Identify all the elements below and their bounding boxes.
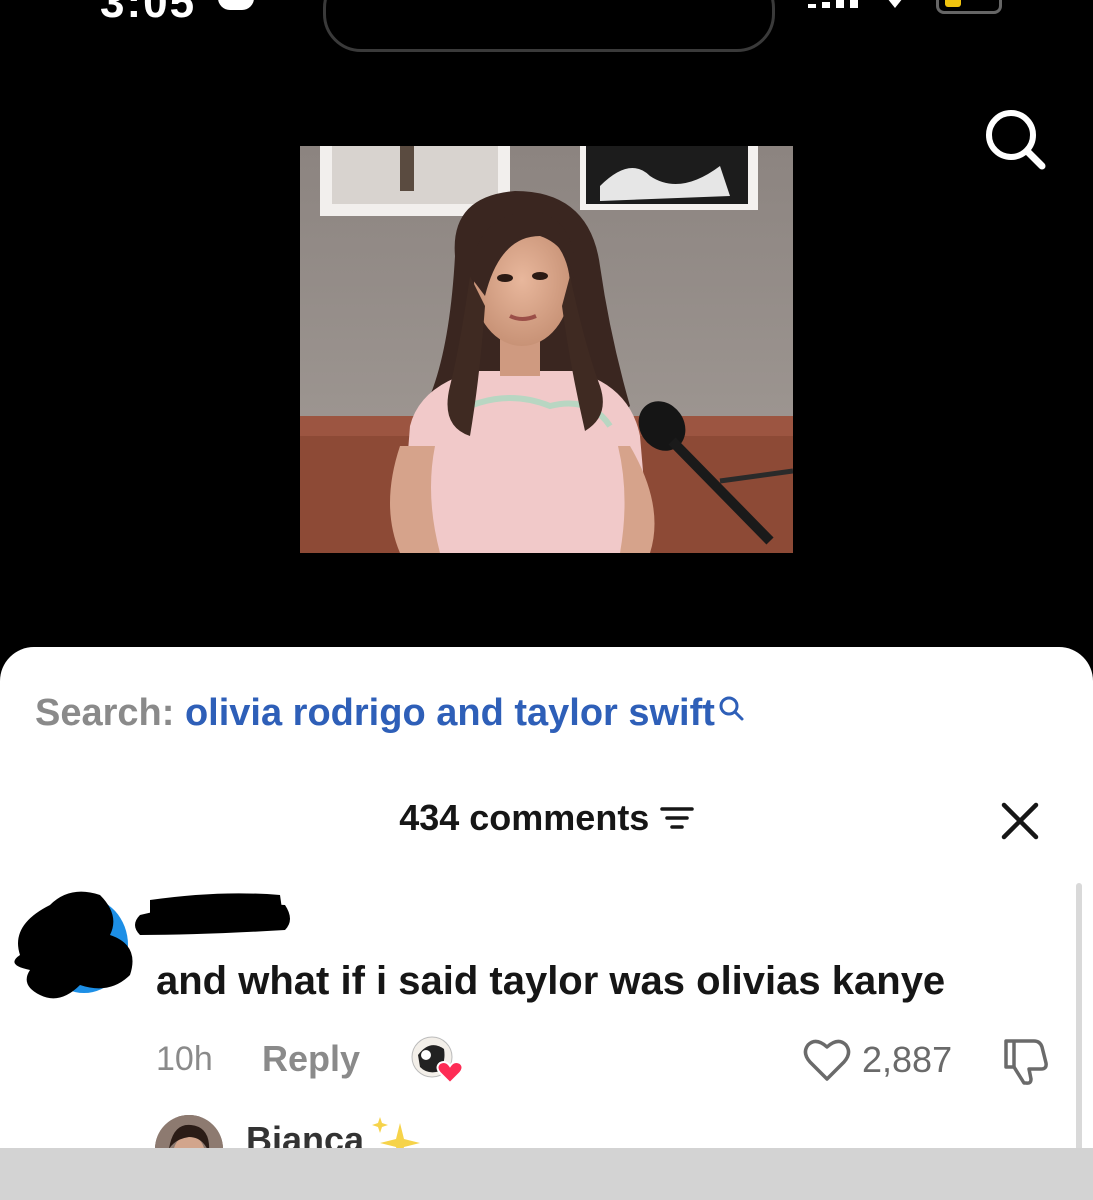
status-time: 3:05 xyxy=(100,0,197,27)
like-count: 2,887 xyxy=(862,1039,953,1080)
close-icon[interactable] xyxy=(1000,801,1040,841)
comments-header: 434 comments xyxy=(0,797,1093,839)
filter-sort-icon[interactable] xyxy=(660,804,694,832)
cellular-signal-icon xyxy=(808,0,860,8)
video-thumbnail[interactable] xyxy=(300,146,793,553)
location-indicator-icon xyxy=(218,0,254,10)
home-indicator-area xyxy=(0,1148,1093,1200)
comments-sheet: Search: olivia rodrigo and taylor swift … xyxy=(0,647,1093,1200)
comment-timestamp: 10h xyxy=(156,1040,213,1078)
wifi-icon xyxy=(888,0,902,8)
comments-count: 434 comments xyxy=(399,797,650,838)
thumbs-down-icon[interactable] xyxy=(1000,1035,1052,1085)
comment-text: and what if i said taylor was olivias ka… xyxy=(156,959,946,1003)
status-bar: 3:05 xyxy=(0,0,1093,52)
scrollbar[interactable] xyxy=(1076,883,1082,1153)
dynamic-island xyxy=(323,0,775,52)
creator-liked-icon xyxy=(411,1036,464,1085)
search-icon[interactable] xyxy=(982,106,1048,172)
heart-icon[interactable] xyxy=(802,1037,852,1083)
battery-icon xyxy=(936,0,1002,14)
search-prefix-label: Search: xyxy=(35,692,175,734)
search-query-link[interactable]: olivia rodrigo and taylor swift xyxy=(185,692,715,734)
reply-button[interactable]: Reply xyxy=(262,1038,360,1080)
search-icon xyxy=(719,696,744,721)
related-search[interactable]: Search: olivia rodrigo and taylor swift xyxy=(35,692,745,735)
